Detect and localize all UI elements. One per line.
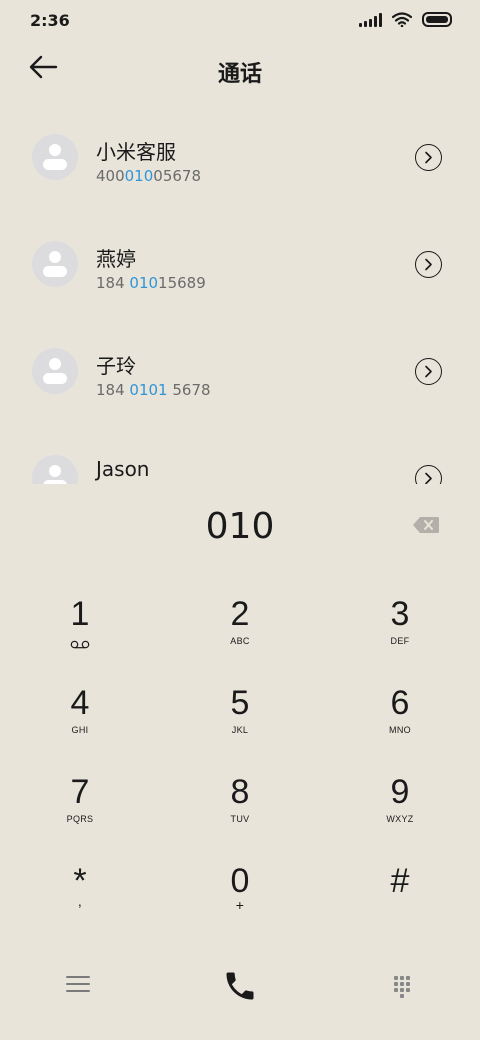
key-star[interactable]: * , bbox=[20, 847, 140, 931]
battery-icon bbox=[422, 12, 452, 27]
contact-number: 40001005678 bbox=[96, 167, 201, 185]
dialpad-toggle-button[interactable] bbox=[392, 974, 412, 1000]
contact-item[interactable]: 小米客服 40001005678 bbox=[0, 134, 480, 234]
avatar bbox=[32, 134, 78, 180]
contact-name: 小米客服 bbox=[96, 140, 176, 164]
key-9[interactable]: 9 WXYZ bbox=[340, 758, 460, 842]
contact-number: 184 01015689 bbox=[96, 274, 206, 292]
key-8[interactable]: 8 TUV bbox=[180, 758, 300, 842]
key-digit: 1 bbox=[70, 595, 90, 633]
key-7[interactable]: 7 PQRS bbox=[20, 758, 140, 842]
contact-item[interactable]: Jason bbox=[0, 455, 480, 484]
signal-icon bbox=[359, 12, 382, 27]
voicemail-icon bbox=[70, 640, 90, 649]
key-3[interactable]: 3 DEF bbox=[340, 580, 460, 664]
wifi-icon bbox=[392, 12, 412, 27]
key-5[interactable]: 5 JKL bbox=[180, 669, 300, 753]
key-digit: 9 bbox=[390, 773, 410, 811]
dial-input[interactable]: 010 bbox=[0, 506, 480, 547]
menu-button[interactable] bbox=[66, 976, 90, 998]
key-letters: TUV bbox=[230, 814, 250, 824]
contact-item[interactable]: 子玲 184 0101 5678 bbox=[0, 348, 480, 448]
key-digit: # bbox=[390, 862, 410, 900]
contact-item[interactable]: 燕婷 184 01015689 bbox=[0, 241, 480, 341]
key-digit: 7 bbox=[70, 773, 90, 811]
status-time: 2:36 bbox=[30, 11, 70, 30]
status-icons bbox=[359, 12, 452, 27]
key-letters: JKL bbox=[231, 725, 249, 735]
menu-icon bbox=[66, 976, 90, 992]
key-4[interactable]: 4 GHI bbox=[20, 669, 140, 753]
key-letters: ABC bbox=[230, 636, 250, 646]
avatar bbox=[32, 455, 78, 484]
contact-detail-button[interactable] bbox=[415, 358, 442, 385]
backspace-button[interactable] bbox=[412, 516, 442, 538]
chevron-right-icon bbox=[425, 151, 432, 164]
key-letters: WXYZ bbox=[386, 814, 414, 824]
status-bar: 2:36 bbox=[0, 0, 480, 44]
key-0[interactable]: 0 + bbox=[180, 847, 300, 931]
key-2[interactable]: 2 ABC bbox=[180, 580, 300, 664]
bottom-bar bbox=[0, 960, 480, 1020]
avatar bbox=[32, 241, 78, 287]
key-letters: DEF bbox=[390, 636, 410, 646]
key-digit: 0 bbox=[230, 862, 250, 900]
key-letters: MNO bbox=[389, 725, 411, 735]
key-6[interactable]: 6 MNO bbox=[340, 669, 460, 753]
avatar bbox=[32, 348, 78, 394]
chevron-right-icon bbox=[425, 258, 432, 271]
key-letters: , bbox=[77, 893, 83, 909]
call-button[interactable] bbox=[222, 968, 258, 1004]
key-digit: 5 bbox=[230, 684, 250, 722]
contact-number: 184 0101 5678 bbox=[96, 381, 211, 399]
contact-list: 小米客服 40001005678 燕婷 184 01015689 子玲 184 … bbox=[0, 100, 480, 484]
chevron-right-icon bbox=[425, 365, 432, 378]
contact-name: 子玲 bbox=[96, 354, 136, 378]
key-digit: 3 bbox=[390, 595, 410, 633]
key-letters: PQRS bbox=[66, 814, 94, 824]
phone-icon bbox=[226, 972, 254, 1000]
key-letters: GHI bbox=[71, 725, 89, 735]
key-letters: + bbox=[235, 897, 245, 913]
keypad: 1 2 ABC 3 DEF 4 GHI 5 JKL 6 MNO 7 PQRS 8… bbox=[0, 580, 480, 940]
header: 通话 bbox=[0, 44, 480, 96]
key-hash[interactable]: # bbox=[340, 847, 460, 931]
contact-name: 燕婷 bbox=[96, 247, 136, 271]
key-digit: 8 bbox=[230, 773, 250, 811]
key-digit: 6 bbox=[390, 684, 410, 722]
contact-detail-button[interactable] bbox=[415, 465, 442, 484]
backspace-icon bbox=[413, 517, 439, 533]
chevron-right-icon bbox=[425, 472, 432, 484]
key-digit: 2 bbox=[230, 595, 250, 633]
contact-name: Jason bbox=[96, 457, 150, 481]
contact-detail-button[interactable] bbox=[415, 251, 442, 278]
key-1[interactable]: 1 bbox=[20, 580, 140, 664]
page-title: 通话 bbox=[217, 62, 262, 87]
key-digit: 4 bbox=[70, 684, 90, 722]
contact-detail-button[interactable] bbox=[415, 144, 442, 171]
